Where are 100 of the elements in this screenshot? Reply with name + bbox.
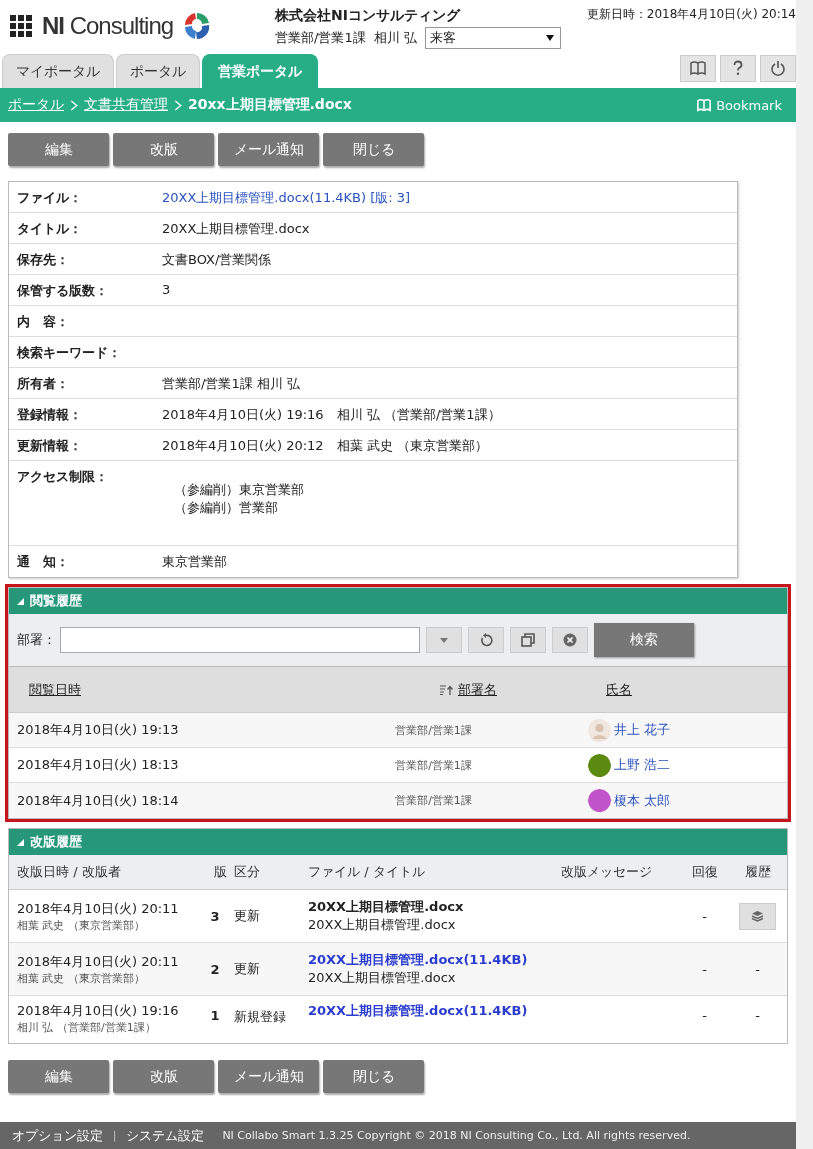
copyright: NI Collabo Smart 1.3.25 Copyright © 2018 NI Consulting Co., Ltd. All rights reserved. bbox=[222, 1129, 691, 1142]
caret-icon bbox=[545, 35, 554, 41]
action-button[interactable]: メール通知 bbox=[218, 1060, 319, 1093]
user-department: 営業部/営業1課 bbox=[275, 29, 366, 47]
action-button[interactable]: 編集 bbox=[8, 1060, 109, 1093]
company-name: 株式会社NIコンサルティング bbox=[275, 7, 462, 25]
column-header: 版 bbox=[212, 863, 228, 881]
table-cell: 営業部/営業1課 bbox=[395, 722, 472, 738]
action-button[interactable]: 改版 bbox=[113, 1060, 214, 1093]
file-title: 20XX上期目標管理.docx bbox=[308, 916, 457, 934]
version-number: 3 bbox=[209, 908, 221, 924]
field-value: 東京営業部 bbox=[162, 553, 227, 571]
filter-label: 部署： bbox=[17, 631, 56, 649]
column-header[interactable]: 部署名 bbox=[440, 680, 497, 699]
table-cell-text: 2018年4月10日(火) 19:13 bbox=[16, 721, 180, 739]
table-cell-text: 2018年4月10日(火) 18:13 bbox=[16, 756, 180, 774]
tab[interactable]: ポータル bbox=[116, 54, 200, 88]
revision-type: 更新 bbox=[234, 960, 261, 978]
table-cell: 営業部/営業1課 bbox=[395, 793, 472, 808]
revision-date: 2018年4月10日(火) 20:11 bbox=[17, 899, 180, 918]
updated-time: 更新日時：2018年4月10日(火) 20:14 bbox=[586, 6, 796, 23]
field-value: 2018年4月10日(火) 20:12 相葉 武史 （東京営業部） bbox=[162, 437, 488, 455]
collapse-icon bbox=[17, 597, 24, 605]
revision-author: 相川 弘 （営業部/営業1課） bbox=[17, 1020, 157, 1035]
action-button[interactable]: 閉じる bbox=[323, 133, 424, 166]
select-button[interactable] bbox=[510, 627, 546, 653]
tab[interactable]: 営業ポータル bbox=[202, 54, 318, 88]
field-label: 通 知： bbox=[17, 553, 70, 571]
tab[interactable]: マイポータル bbox=[2, 54, 114, 88]
copy-icon bbox=[521, 633, 535, 647]
field-label: 所有者： bbox=[17, 375, 70, 393]
column-header: 履歴 bbox=[743, 863, 772, 881]
footer-link[interactable]: オプション設定 bbox=[12, 1126, 103, 1145]
file-title: 20XX上期目標管理.docx bbox=[308, 969, 457, 987]
user-link[interactable]: 榎本 太郎 bbox=[614, 791, 671, 810]
column-header: 回復 bbox=[690, 863, 719, 881]
refresh-icon bbox=[479, 633, 493, 647]
revision-author: 相葉 武史 （東京営業部） bbox=[17, 917, 146, 933]
logo-text: NI Consulting bbox=[42, 12, 174, 40]
manual-icon bbox=[690, 60, 706, 76]
section-title: 改版履歴 bbox=[30, 833, 82, 851]
field-value: 営業部/営業1課 相川 弘 bbox=[162, 375, 300, 393]
version-number: 1 bbox=[209, 1007, 221, 1023]
logout-button[interactable] bbox=[760, 54, 796, 82]
restore-value: - bbox=[701, 1007, 708, 1023]
department-field[interactable] bbox=[60, 627, 420, 653]
column-header[interactable]: 氏名 bbox=[586, 680, 787, 699]
field-value: 3 bbox=[162, 282, 171, 299]
file-link[interactable]: 20XX上期目標管理.docx(11.4KB) bbox=[308, 1002, 561, 1020]
field-label: タイトル： bbox=[17, 220, 83, 238]
action-button[interactable]: メール通知 bbox=[218, 133, 319, 166]
history-value: - bbox=[755, 1008, 760, 1023]
reset-button[interactable] bbox=[468, 627, 504, 653]
book-button[interactable] bbox=[680, 54, 716, 82]
action-button[interactable]: 閉じる bbox=[323, 1060, 424, 1093]
column-header: 区分 bbox=[234, 863, 261, 881]
bookmark-link[interactable]: Bookmark bbox=[697, 97, 782, 113]
breadcrumb-link[interactable]: ポータル bbox=[8, 96, 64, 114]
field-label: 保存先： bbox=[17, 251, 70, 269]
footer-link[interactable]: システム設定 bbox=[126, 1126, 205, 1145]
separator: | bbox=[113, 1130, 117, 1141]
search-button[interactable]: 検索 bbox=[594, 623, 694, 657]
file-link[interactable]: 20XX上期目標管理.docx(11.4KB) [版: 3] bbox=[162, 189, 411, 212]
column-header: 改版メッセージ bbox=[561, 863, 653, 881]
section-header[interactable]: 閲覧履歴 bbox=[9, 588, 787, 614]
field-label: アクセス制限： bbox=[17, 468, 109, 486]
user-link[interactable]: 上野 浩二 bbox=[614, 756, 671, 774]
field-label: 更新情報： bbox=[17, 437, 83, 455]
column-header: 改版日時 / 改版者 bbox=[16, 863, 122, 881]
clear-button[interactable] bbox=[552, 627, 588, 653]
section-header[interactable]: 改版履歴 bbox=[9, 829, 787, 855]
table-cell: 営業部/営業1課 bbox=[395, 757, 472, 773]
help-button[interactable] bbox=[720, 54, 756, 82]
access-entry: （参編削）営業部 bbox=[174, 499, 279, 517]
status-select[interactable]: 来客 bbox=[424, 27, 561, 49]
file-name: 20XX上期目標管理.docx bbox=[308, 898, 465, 916]
power-icon bbox=[770, 60, 786, 76]
file-link[interactable]: 20XX上期目標管理.docx(11.4KB) bbox=[308, 951, 561, 969]
logo-mark-icon bbox=[183, 11, 212, 41]
restore-value: - bbox=[701, 961, 708, 977]
revision-type: 新規登録 bbox=[234, 1008, 287, 1026]
chevron-icon bbox=[70, 99, 78, 111]
revision-date: 2018年4月10日(火) 20:11 bbox=[17, 952, 180, 971]
table-cell-text: 2018年4月10日(火) 18:14 bbox=[16, 791, 180, 810]
user-link[interactable]: 井上 花子 bbox=[614, 721, 671, 739]
field-value: 2018年4月10日(火) 19:16 相川 弘 （営業部/営業1課） bbox=[162, 406, 501, 424]
action-button[interactable]: 改版 bbox=[113, 133, 214, 166]
field-label: 登録情報： bbox=[17, 406, 83, 424]
restore-value: - bbox=[701, 908, 708, 924]
scrollbar[interactable] bbox=[796, 0, 813, 1149]
field-label: 保管する版数： bbox=[17, 282, 109, 300]
action-button[interactable]: 編集 bbox=[8, 133, 109, 166]
column-header[interactable]: 閲覧日時 bbox=[9, 680, 391, 699]
app-menu-icon[interactable] bbox=[10, 15, 32, 37]
revision-date: 2018年4月10日(火) 19:16 bbox=[17, 1002, 180, 1020]
field-label: 内 容： bbox=[17, 313, 70, 331]
book-icon bbox=[697, 98, 712, 112]
breadcrumb-link[interactable]: 文書共有管理 bbox=[84, 96, 168, 114]
history-button[interactable] bbox=[739, 902, 776, 930]
history-value: - bbox=[755, 961, 760, 977]
